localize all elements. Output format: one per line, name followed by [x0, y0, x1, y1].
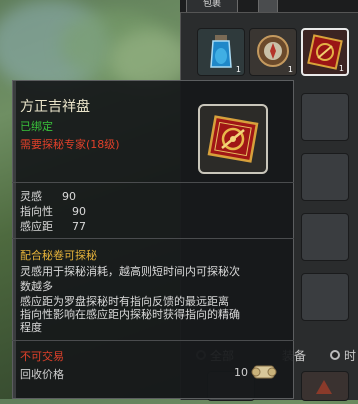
stat-value: 77 [72, 220, 86, 233]
divider [12, 340, 294, 341]
level-requirement: 需要探秘专家(18级) [20, 138, 120, 151]
stat-label: 指向性 [20, 205, 53, 218]
not-tradeable: 不可交易 [20, 350, 64, 363]
stat-label: 灵感 [20, 190, 42, 203]
inventory-slot[interactable]: 1 [197, 28, 245, 76]
radio-icon [330, 350, 340, 360]
item-count: 1 [338, 64, 344, 73]
inventory-slot[interactable] [301, 153, 349, 201]
inventory-slot[interactable] [301, 93, 349, 141]
square-compass-icon [207, 115, 259, 163]
item-name: 方正吉祥盘 [20, 99, 90, 115]
bound-status: 已绑定 [20, 120, 53, 133]
inventory-slot[interactable] [301, 213, 349, 261]
price-label: 回收价格 [20, 368, 64, 381]
item-count: 1 [235, 65, 241, 74]
filter-time-label: 时 [344, 348, 357, 363]
filter-time[interactable]: 时 [330, 344, 356, 366]
inventory-slot[interactable] [301, 273, 349, 321]
stat-value: 90 [62, 190, 76, 203]
inventory-slot-selected[interactable]: 1 [301, 28, 349, 76]
description-line: 程度 [20, 321, 42, 334]
description-line: 数越多 [20, 280, 53, 293]
stat-value: 90 [72, 205, 86, 218]
item-count: 1 [287, 65, 293, 74]
description-line: 灵感用于探秘消耗，越高则短时间内可探秘次 [20, 265, 240, 278]
inventory-slot[interactable]: 1 [249, 28, 297, 76]
scroll-title: 配合秘卷可探秘 [20, 249, 97, 262]
description-line: 指向性影响在感应距内探秘时获得指向的精确 [20, 308, 240, 321]
item-icon-frame [198, 104, 268, 174]
stat-directivity: 指向性 90 [20, 203, 86, 219]
divider [12, 238, 294, 239]
stat-inspiration: 灵感 90 [20, 188, 76, 204]
price-value: 10 [234, 366, 248, 379]
divider [12, 182, 294, 183]
item-icon [316, 380, 332, 394]
inventory-slot[interactable] [301, 371, 349, 401]
tooltip-edge [13, 81, 16, 398]
stat-sense-range: 感应距 77 [20, 218, 86, 234]
stat-label: 感应距 [20, 220, 53, 233]
scroll-currency-icon [251, 365, 277, 379]
